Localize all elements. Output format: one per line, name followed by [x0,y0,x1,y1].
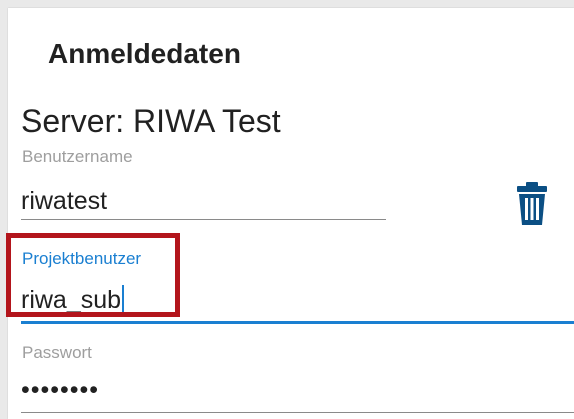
password-label: Passwort [22,343,92,362]
delete-button[interactable] [514,182,550,226]
username-label: Benutzername [22,147,133,166]
server-label: Server: RIWA Test [21,103,281,139]
dialog-title: Anmeldedaten [48,38,241,69]
project-user-underline [21,321,574,324]
trash-icon [517,182,547,225]
username-field[interactable]: riwatest [21,186,107,216]
password-underline [21,412,574,413]
login-dialog: Anmeldedaten Server: RIWA Test Benutzern… [6,8,574,419]
username-underline [21,219,386,220]
password-field[interactable]: •••••••• [21,375,99,405]
highlight-annotation [6,233,180,317]
